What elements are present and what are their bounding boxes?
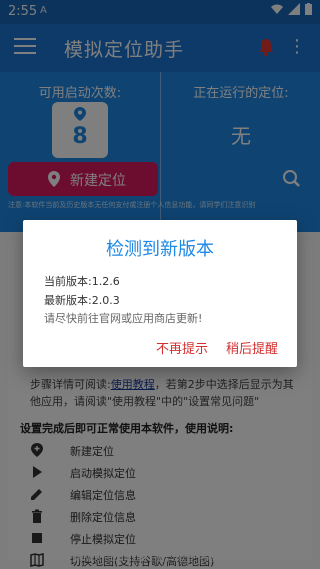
remind-later-button[interactable]: 稍后提醒 xyxy=(226,338,278,357)
update-message: 请尽快前往官网或应用商店更新! xyxy=(44,312,203,325)
update-dialog: 检测到新版本 当前版本:1.2.6 最新版本:2.0.3 请尽快前往官网或应用商… xyxy=(23,220,297,367)
current-version-text: 当前版本:1.2.6 xyxy=(44,275,120,288)
dont-remind-button[interactable]: 不再提示 xyxy=(156,338,208,357)
dialog-title: 检测到新版本 xyxy=(106,239,214,260)
latest-version-text: 最新版本:2.0.3 xyxy=(44,294,120,307)
